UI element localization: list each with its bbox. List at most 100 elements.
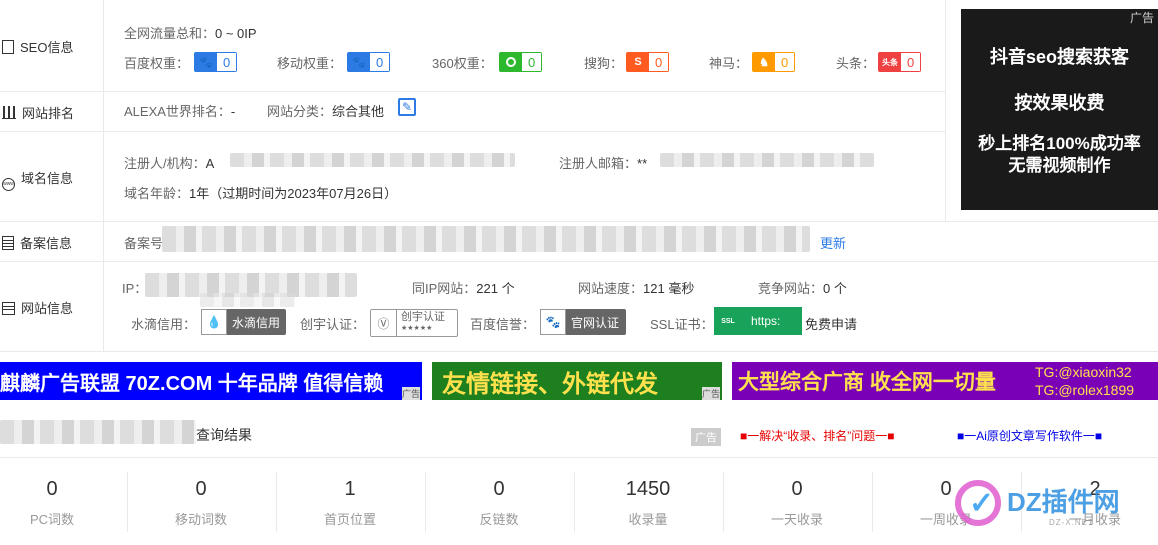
document-icon xyxy=(2,236,14,250)
baidu-weight-label: 百度权重： xyxy=(124,56,190,71)
section-rank-label: 网站排名 xyxy=(22,106,75,121)
shenma-horse-icon: ♞ xyxy=(753,53,775,71)
toutiao-label: 头条： xyxy=(836,56,876,71)
stat-label: 一天收录 xyxy=(770,512,823,527)
s360-weight-badge[interactable]: 0 xyxy=(499,52,543,72)
stat-cell: 0 一天收录 xyxy=(723,478,871,528)
baidu-credit-cert[interactable]: 🐾 官网认证 xyxy=(540,309,626,335)
traffic-ad-tg2: TG:@rolex1899 xyxy=(1035,382,1135,398)
traffic-ad-banner[interactable]: 大型综合广商 收全网一切量 TG:@xiaoxin32 TG:@rolex189… xyxy=(732,362,1158,400)
links-ad-banner[interactable]: 友情链接、外链代发 广告 xyxy=(432,362,722,400)
speed-value: 121 毫秒 xyxy=(643,281,695,296)
qilin-ad-tag: 广告 xyxy=(401,387,420,400)
category-label: 网站分类： xyxy=(267,104,333,119)
sogou-badge[interactable]: S0 xyxy=(626,52,670,72)
chuangyu-cert[interactable]: Ⓥ 创宇认证 ★★★★★ xyxy=(370,309,458,337)
shuidi-blur xyxy=(200,293,295,307)
stat-label: 反链数 xyxy=(479,512,519,527)
age-row: 域名年龄：1年（过期时间为2023年07月26日） xyxy=(124,183,397,202)
bar-chart-icon xyxy=(2,106,16,119)
speed-label: 网站速度： xyxy=(578,281,644,296)
mobile-weight-value: 0 xyxy=(370,53,390,71)
shenma-badge[interactable]: ♞ 0 xyxy=(752,52,796,72)
ssl-cert[interactable]: SSL https: xyxy=(714,307,802,335)
toutiao-icon: 头条 xyxy=(879,53,901,71)
stat-value[interactable]: 0 xyxy=(127,478,275,501)
same-ip-row: 同IP网站：221 个 xyxy=(412,278,515,297)
row-divider xyxy=(0,91,945,92)
qilin-ad-banner[interactable]: 麒麟广告联盟 70Z.COM 十年品牌 值得信赖 广告 xyxy=(0,362,422,400)
age-value: 1年（过期时间为2023年07月26日） xyxy=(189,186,398,201)
stat-divider xyxy=(276,472,277,532)
row-divider xyxy=(0,261,1158,262)
beian-update-link[interactable]: 更新 xyxy=(820,233,846,252)
chuangyu-stars: ★★★★★ xyxy=(401,325,433,332)
edit-icon[interactable]: ✎ xyxy=(398,98,416,116)
section-seo-label: SEO信息 xyxy=(20,40,74,55)
shuidi-label: 水滴信用： xyxy=(131,317,197,332)
ad-column-divider xyxy=(945,0,946,222)
stat-label: PC词数 xyxy=(29,512,75,527)
results-ad-tag: 广告 xyxy=(691,428,721,446)
category-value: 综合其他 xyxy=(332,104,385,119)
chuangyu-cert-text: 创宇认证 xyxy=(401,311,445,323)
section-seo: SEO信息 xyxy=(2,37,73,56)
chuangyu-v-icon: Ⓥ xyxy=(371,310,397,336)
shuidi-cert[interactable]: 💧 水滴信用 xyxy=(201,309,286,335)
stat-divider xyxy=(574,472,575,532)
results-title: 查询结果 xyxy=(196,427,252,443)
ssl-value: https: xyxy=(741,308,801,334)
stat-label: 首页位置 xyxy=(323,512,376,527)
results-ad-link-2[interactable]: ■一Ai原创文章写作软件一■ xyxy=(957,427,1102,444)
traffic-ad-tg1: TG:@xiaoxin32 xyxy=(1035,364,1132,380)
douyin-ad-box[interactable]: 广告 抖音seo搜索获客 按效果收费 秒上排名100%成功率 无需视频制作 xyxy=(961,9,1158,210)
stat-cell: 1450 收录量 xyxy=(574,478,722,528)
ad-box-line1: 抖音seo搜索获客 xyxy=(989,47,1130,67)
section-beian: 备案信息 xyxy=(2,233,72,252)
baidu-weight-badge[interactable]: 🐾 0 xyxy=(194,52,238,72)
stat-value[interactable]: 1450 xyxy=(574,478,722,501)
traffic-label: 全网流量总和： xyxy=(124,26,216,41)
same-ip-value[interactable]: 221 个 xyxy=(476,281,514,296)
mobile-weight-badge[interactable]: 🐾 0 xyxy=(347,52,391,72)
traffic-row: 全网流量总和：0 ~ 0IP xyxy=(124,23,257,42)
dz-check-mark: ✓ xyxy=(969,487,995,520)
competitor-label: 竞争网站： xyxy=(758,281,824,296)
s360-weight-label: 360权重： xyxy=(432,56,493,71)
links-ad-text: 友情链接、外链代发 xyxy=(442,370,658,398)
email-label: 注册人邮箱： xyxy=(559,156,638,171)
stat-label: 收录量 xyxy=(628,512,668,527)
ssl-shield-icon: SSL xyxy=(715,308,741,334)
registrant-row: 注册人/机构：A xyxy=(124,153,214,172)
same-ip-label: 同IP网站： xyxy=(412,281,477,296)
baidu-paw-icon: 🐾 xyxy=(195,53,217,71)
sogou-s-icon: S xyxy=(627,53,649,71)
ssl-apply-link[interactable]: 免费申请 xyxy=(805,314,857,333)
stat-cell: 1 首页位置 xyxy=(276,478,424,528)
competitor-value[interactable]: 0 个 xyxy=(823,281,847,296)
ad-box-tag: 广告 xyxy=(1129,11,1154,25)
stat-value[interactable]: 0 xyxy=(425,478,573,501)
stat-divider xyxy=(872,472,873,532)
links-ad-tag: 广告 xyxy=(701,387,720,400)
beian-redacted xyxy=(162,226,810,252)
seo-info-icon xyxy=(2,40,14,54)
age-label: 域名年龄： xyxy=(124,186,190,201)
stat-value[interactable]: 1 xyxy=(276,478,424,501)
toutiao-badge[interactable]: 头条 0 xyxy=(878,52,922,72)
baidu-du-icon: 🐾 xyxy=(540,309,566,335)
alexa-value: - xyxy=(230,104,236,119)
results-domain-redacted xyxy=(0,420,196,444)
registrant-label: 注册人/机构： xyxy=(124,156,206,171)
s360-ring-icon xyxy=(500,53,522,71)
section-site-label: 网站信息 xyxy=(21,301,74,316)
list-icon xyxy=(2,302,15,315)
ip-label: IP： xyxy=(122,281,148,296)
email-value: ** xyxy=(637,156,648,171)
stat-value[interactable]: 0 xyxy=(723,478,871,501)
results-ad-link-1[interactable]: ■一解决“收录、排名”问题一■ xyxy=(740,427,895,444)
mobile-weight-label: 移动权重： xyxy=(277,56,343,71)
row-divider xyxy=(0,221,1158,222)
email-redacted xyxy=(660,153,874,167)
stat-value[interactable]: 0 xyxy=(0,478,126,501)
